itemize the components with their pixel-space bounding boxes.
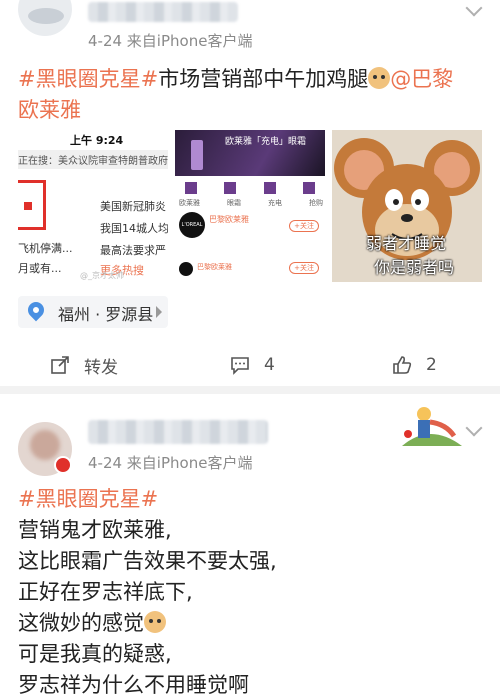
- ad-tab-label-3: 充电: [268, 199, 282, 207]
- search-header: 正在搜：美众议院审查特朗普政府疫: [18, 150, 168, 169]
- ad-tab-icon-1: [185, 182, 197, 194]
- cat-emoji-icon: [144, 611, 166, 633]
- hashtag[interactable]: #黑眼圈克星#: [18, 67, 158, 91]
- news-item-3: 最高法要求严: [100, 244, 166, 257]
- repost-label: 转发: [84, 357, 118, 378]
- repost-button[interactable]: 转发: [50, 350, 118, 380]
- side-text-2: 月或有...: [18, 262, 62, 275]
- weibo-post-1: 4-24 来自iPhone客户端 #黑眼圈克星#市场营销部中午加鸡腿 @巴黎 欧莱…: [0, 0, 500, 386]
- hashtag[interactable]: #黑眼圈克星#: [18, 487, 158, 511]
- ad-tab-labels: 欧莱雅 眼霜 充电 抢购: [179, 198, 323, 208]
- meme-caption-2: 你是弱者吗: [374, 258, 455, 277]
- status-time: 上午 9:24: [70, 134, 124, 147]
- ad-tab-label-2: 眼霜: [227, 199, 241, 207]
- brand-row2-logo: [179, 262, 193, 276]
- post-line-6: 罗志祥为什么不用睡觉啊: [18, 673, 249, 694]
- red-icon: [24, 202, 32, 210]
- chevron-right-icon: [156, 306, 162, 318]
- image-thumbnail-1[interactable]: 上午 9:24 正在搜：美众议院审查特朗普政府疫 飞机停满... 月或有... …: [18, 130, 168, 282]
- ad-banner-text: 欧莱雅「充电」眼霜: [225, 137, 307, 147]
- post-line-1: 营销鬼才欧莱雅,: [18, 518, 172, 542]
- post-separator: [0, 386, 500, 394]
- post-line-3: 正好在罗志祥底下,: [18, 580, 193, 604]
- post-text: #黑眼圈克星#市场营销部中午加鸡腿 @巴黎 欧莱雅: [18, 64, 488, 126]
- follow-button: +关注: [289, 220, 319, 232]
- brand-row2-name: 巴黎欧莱雅: [197, 263, 232, 271]
- doge-emoji-icon: [368, 67, 391, 89]
- ad-banner: 欧莱雅「充电」眼霜: [175, 130, 325, 176]
- post-line-5: 可是我真的疑惑,: [18, 642, 172, 666]
- thumbs-up-icon: [392, 355, 412, 375]
- image-thumbnail-2[interactable]: 欧莱雅「充电」眼霜 欧莱雅 眼霜 充电 抢购 L'OREAL 巴黎欧莱雅 +关注…: [175, 130, 325, 282]
- comment-count: 4: [264, 355, 275, 375]
- location-pin-icon: [24, 298, 48, 322]
- mention-link[interactable]: @巴黎: [390, 67, 453, 91]
- image-thumbnail-3[interactable]: 弱者才睡觉 你是弱者吗: [332, 130, 482, 282]
- brand-logo-text: L'OREAL: [181, 222, 203, 228]
- location-chip[interactable]: 福州 · 罗源县: [18, 296, 168, 328]
- ad-tab-label-4: 抢购: [309, 199, 323, 207]
- post-menu-chevron-icon[interactable]: [465, 0, 483, 17]
- user-name-blurred[interactable]: [88, 2, 238, 22]
- post-line-4: 这微妙的感觉: [18, 611, 144, 635]
- meme-caption-1: 弱者才睡觉: [366, 234, 447, 253]
- brand-name: 巴黎欧莱雅: [209, 215, 249, 224]
- decorative-cartoon-icon: [402, 407, 462, 446]
- user-avatar[interactable]: [18, 0, 72, 36]
- like-count: 2: [426, 355, 437, 375]
- user-name-blurred[interactable]: [88, 420, 268, 444]
- side-text-1: 飞机停满...: [18, 242, 73, 255]
- follow-button-2: +关注: [289, 262, 319, 274]
- weibo-post-2: 4-24 来自iPhone客户端 #黑眼圈克星# 营销鬼才欧莱雅, 这比眼霜广告…: [0, 394, 500, 694]
- red-frame: [18, 180, 46, 230]
- post-line-2: 这比眼霜广告效果不要太强,: [18, 549, 277, 573]
- news-item-2: 我国14城人均: [100, 222, 168, 235]
- post-text: #黑眼圈克星# 营销鬼才欧莱雅, 这比眼霜广告效果不要太强, 正好在罗志祥底下,…: [18, 484, 488, 694]
- news-item-1: 美国新冠肺炎: [100, 200, 166, 213]
- post-text-part: 市场营销部中午加鸡腿: [158, 67, 369, 91]
- comment-icon: [230, 355, 250, 375]
- ad-tab-label-1: 欧莱雅: [179, 199, 200, 207]
- brand-logo: L'OREAL: [179, 212, 205, 238]
- verified-badge-icon: [54, 456, 72, 474]
- ad-tab-icon-3: [263, 182, 276, 194]
- watermark: @_京才太帅: [80, 271, 124, 280]
- repost-icon: [50, 355, 70, 375]
- post-time-source: 4-24 来自iPhone客户端: [88, 454, 253, 472]
- post-time-source: 4-24 来自iPhone客户端: [88, 32, 253, 50]
- post-menu-chevron-icon[interactable]: [465, 419, 483, 437]
- comment-button[interactable]: 4: [230, 350, 275, 380]
- ad-tab-icon-2: [224, 182, 237, 194]
- ad-tab-icon-4: [302, 182, 315, 194]
- mention-link-cont[interactable]: 欧莱雅: [18, 98, 81, 122]
- like-button[interactable]: 2: [392, 350, 437, 380]
- location-text: 福州 · 罗源县: [58, 305, 154, 324]
